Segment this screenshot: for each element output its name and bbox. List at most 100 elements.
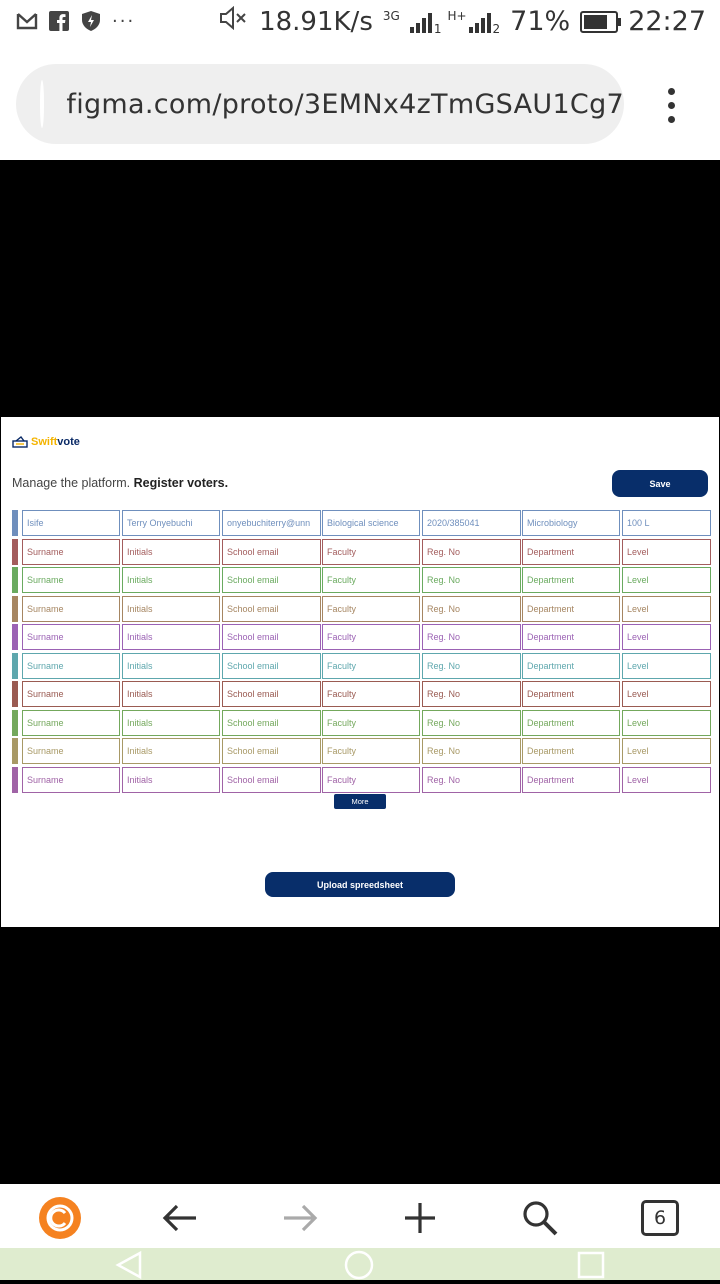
level-field[interactable]: Level <box>622 624 711 650</box>
department-field[interactable]: Microbiology <box>522 510 620 536</box>
new-tab-plus-icon[interactable] <box>398 1196 442 1240</box>
school-email-field[interactable]: School email <box>222 681 321 707</box>
department-field[interactable]: Department <box>522 652 620 679</box>
surname-field[interactable]: Surname <box>22 595 120 622</box>
url-text[interactable]: figma.com/proto/3EMNx4zTmGSAU1Cg7 <box>66 89 624 120</box>
department-field[interactable]: Department <box>522 567 620 593</box>
nav-back-icon[interactable] <box>114 1250 144 1280</box>
initials-field[interactable]: Initials <box>122 681 220 707</box>
address-bar[interactable]: figma.com/proto/3EMNx4zTmGSAU1Cg7 <box>16 64 624 144</box>
school-email-field[interactable]: School email <box>222 567 321 593</box>
row-color-marker <box>12 624 18 650</box>
reg-no-field[interactable]: Reg. No <box>422 567 521 593</box>
site-avatar-icon[interactable] <box>40 80 45 128</box>
reg-no-field[interactable]: 2020/385041 <box>422 510 521 536</box>
row-color-marker <box>12 652 18 679</box>
faculty-field[interactable]: Faculty <box>322 538 420 565</box>
save-button[interactable]: Save <box>612 470 708 497</box>
department-field[interactable]: Department <box>522 595 620 622</box>
initials-field[interactable]: Initials <box>122 738 220 764</box>
browser-logo-icon[interactable] <box>38 1196 82 1240</box>
surname-field[interactable]: Surname <box>22 738 120 764</box>
level-field[interactable]: Level <box>622 595 711 622</box>
reg-no-field[interactable]: Reg. No <box>422 766 521 793</box>
school-email-field[interactable]: School email <box>222 738 321 764</box>
surname-field[interactable]: Surname <box>22 681 120 707</box>
initials-field[interactable]: Initials <box>122 567 220 593</box>
level-field[interactable]: Level <box>622 738 711 764</box>
initials-field[interactable]: Initials <box>122 652 220 679</box>
tabs-button[interactable]: 6 <box>638 1196 682 1240</box>
school-email-field[interactable]: School email <box>222 595 321 622</box>
search-icon[interactable] <box>518 1196 562 1240</box>
department-field[interactable]: Department <box>522 624 620 650</box>
reg-no-field[interactable]: Reg. No <box>422 652 521 679</box>
surname-field[interactable]: Surname <box>22 766 120 793</box>
surname-field[interactable]: Isife <box>22 510 120 536</box>
battery-percent: 71% <box>510 6 571 37</box>
row-color-marker <box>12 510 18 536</box>
forward-arrow-icon[interactable] <box>278 1196 322 1240</box>
level-field[interactable]: Level <box>622 652 711 679</box>
clock: 22:27 <box>628 6 706 37</box>
school-email-field[interactable]: School email <box>222 624 321 650</box>
level-field[interactable]: 100 L <box>622 510 711 536</box>
voter-row: Surname Initials School email Faculty Reg. N… <box>12 766 711 793</box>
upload-spreadsheet-button[interactable]: Upload spreedsheet <box>265 872 455 897</box>
faculty-field[interactable]: Faculty <box>322 567 420 593</box>
surname-field[interactable]: Surname <box>22 652 120 679</box>
school-email-field[interactable]: onyebuchiterry@unn <box>222 510 321 536</box>
department-field[interactable]: Department <box>522 766 620 793</box>
level-field[interactable]: Level <box>622 567 711 593</box>
row-color-marker <box>12 709 18 736</box>
row-color-marker <box>12 567 18 593</box>
initials-field[interactable]: Initials <box>122 538 220 565</box>
signal-2-icon <box>468 11 491 33</box>
initials-field[interactable]: Initials <box>122 624 220 650</box>
school-email-field[interactable]: School email <box>222 709 321 736</box>
overflow-menu-icon[interactable] <box>668 88 676 130</box>
row-color-marker <box>12 681 18 707</box>
reg-no-field[interactable]: Reg. No <box>422 538 521 565</box>
department-field[interactable]: Department <box>522 538 620 565</box>
school-email-field[interactable]: School email <box>222 538 321 565</box>
level-field[interactable]: Level <box>622 766 711 793</box>
initials-field[interactable]: Initials <box>122 595 220 622</box>
ballot-box-icon <box>12 436 28 448</box>
faculty-field[interactable]: Faculty <box>322 738 420 764</box>
surname-field[interactable]: Surname <box>22 538 120 565</box>
voter-row: Surname Initials School email Faculty Reg. N… <box>12 567 711 593</box>
faculty-field[interactable]: Faculty <box>322 681 420 707</box>
department-field[interactable]: Department <box>522 681 620 707</box>
initials-field[interactable]: Initials <box>122 709 220 736</box>
faculty-field[interactable]: Faculty <box>322 595 420 622</box>
back-arrow-icon[interactable] <box>158 1196 202 1240</box>
more-button[interactable]: More <box>334 794 386 809</box>
reg-no-field[interactable]: Reg. No <box>422 624 521 650</box>
level-field[interactable]: Level <box>622 709 711 736</box>
faculty-field[interactable]: Faculty <box>322 709 420 736</box>
faculty-field[interactable]: Faculty <box>322 652 420 679</box>
faculty-field[interactable]: Faculty <box>322 624 420 650</box>
initials-field[interactable]: Initials <box>122 766 220 793</box>
level-field[interactable]: Level <box>622 538 711 565</box>
department-field[interactable]: Department <box>522 709 620 736</box>
subtitle-plain: Manage the platform. <box>12 476 131 490</box>
school-email-field[interactable]: School email <box>222 766 321 793</box>
nav-home-icon[interactable] <box>344 1250 374 1280</box>
reg-no-field[interactable]: Reg. No <box>422 681 521 707</box>
level-field[interactable]: Level <box>622 681 711 707</box>
nav-recents-icon[interactable] <box>576 1250 606 1280</box>
faculty-field[interactable]: Faculty <box>322 766 420 793</box>
school-email-field[interactable]: School email <box>222 652 321 679</box>
row-color-marker <box>12 738 18 764</box>
initials-field[interactable]: Terry Onyebuchi <box>122 510 220 536</box>
reg-no-field[interactable]: Reg. No <box>422 709 521 736</box>
surname-field[interactable]: Surname <box>22 709 120 736</box>
reg-no-field[interactable]: Reg. No <box>422 595 521 622</box>
surname-field[interactable]: Surname <box>22 624 120 650</box>
faculty-field[interactable]: Biological science <box>322 510 420 536</box>
reg-no-field[interactable]: Reg. No <box>422 738 521 764</box>
department-field[interactable]: Department <box>522 738 620 764</box>
surname-field[interactable]: Surname <box>22 567 120 593</box>
